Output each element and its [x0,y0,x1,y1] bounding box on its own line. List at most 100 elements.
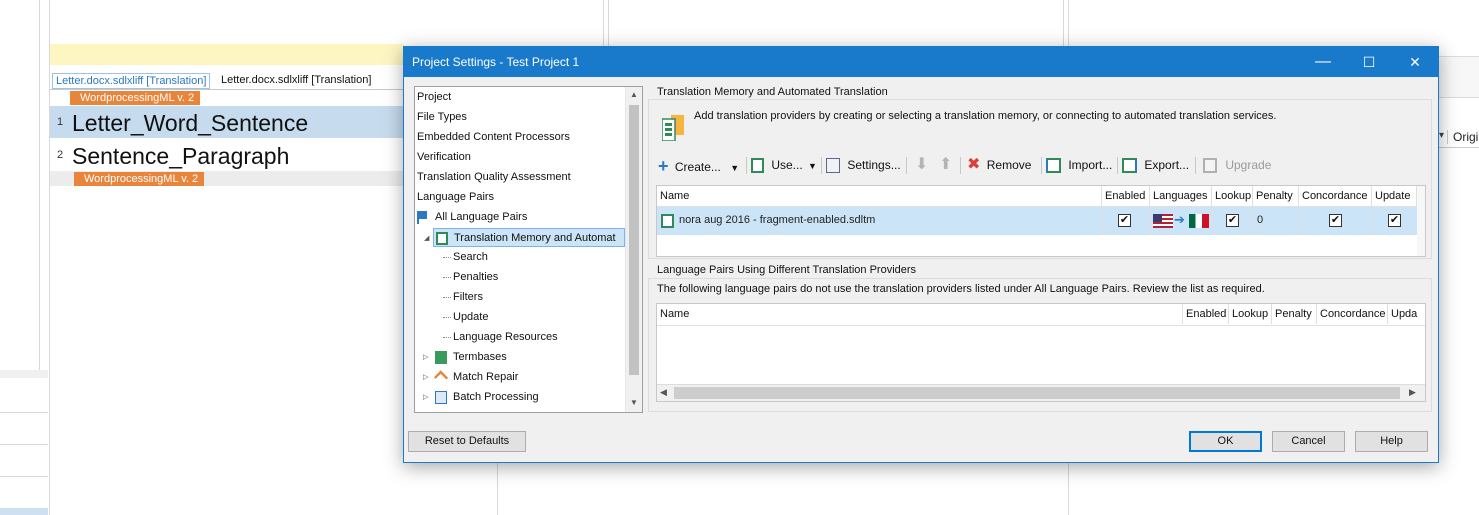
tm-file-icon [661,214,674,228]
tree-item[interactable]: File Types [415,108,625,127]
tree-item-label: Search [453,251,488,263]
segment-text[interactable]: Letter_Word_Sentence [72,110,308,137]
tree-item[interactable]: Language Pairs [415,188,625,207]
move-up-arrow-icon[interactable]: ⬆ [939,154,952,176]
format-tag: WordprocessingML v. 2 [74,172,205,186]
tree-item-label: Language Pairs [417,191,495,203]
tree-item[interactable]: ▷ Match Repair [415,368,625,387]
export-label: Export... [1144,158,1190,172]
tree-item[interactable]: Filters [415,288,625,307]
cancel-button[interactable]: Cancel [1272,431,1345,452]
divider [608,0,609,46]
scrollbar-thumb[interactable] [674,387,1400,399]
tree-item-label: English (United States) - Spanish (M... [417,408,604,412]
tree-item-label: Termbases [453,351,507,363]
column-header-concordance[interactable]: Concordance [1299,186,1372,206]
expand-arrow-icon[interactable]: ▷ [423,348,428,367]
project-settings-dialog: Project Settings - Test Project 1 — ☐ ✕ … [403,46,1439,463]
column-header-lookup[interactable]: Lookup [1229,304,1272,324]
tree-item-label: Match Repair [453,371,519,383]
enabled-checkbox[interactable]: ✔ [1118,214,1131,227]
reset-to-defaults-button[interactable]: Reset to Defaults [408,431,526,452]
move-down-arrow-icon[interactable]: ⬇ [915,154,928,176]
column-header-name[interactable]: Name [657,304,1183,324]
dropdown-arrow-icon[interactable]: ▼ [808,161,817,171]
tree-line [443,277,451,278]
table-row[interactable]: nora aug 2016 - fragment-enabled.sdltm ✔… [657,207,1417,235]
plus-icon: + [658,156,669,176]
tm-database-icon [436,232,448,245]
tree-item[interactable]: Search [415,248,625,267]
column-header-languages[interactable]: Languages [1150,186,1212,206]
scroll-right-arrow-icon[interactable]: ▶ [1409,387,1416,398]
tree-item[interactable]: Update [415,308,625,327]
divider [1102,207,1103,235]
info-bar [50,44,404,65]
tree-item[interactable]: All Language Pairs [415,208,625,227]
segment-text[interactable]: Sentence_Paragraph [72,143,289,170]
tree-item[interactable]: Language Resources [415,328,625,347]
use-button[interactable]: Use... ▼ [751,154,817,176]
divider [821,157,822,174]
column-header-penalty[interactable]: Penalty [1253,186,1299,206]
tree-scrollbar[interactable]: ▲ ▼ [625,87,642,412]
column-header-update[interactable]: Update [1372,186,1417,206]
tree-item[interactable]: ▷ Termbases [415,348,625,367]
tab-document[interactable]: Letter.docx.sdlxliff [Translation] [218,73,374,89]
expand-arrow-icon[interactable]: ▷ [423,388,428,407]
tree-item[interactable]: Penalties [415,268,625,287]
dialog-titlebar[interactable]: Project Settings - Test Project 1 — ☐ ✕ [404,47,1438,77]
import-button[interactable]: Import... [1046,154,1112,176]
dropdown-arrow-icon[interactable]: ▼ [730,163,739,173]
tree-item[interactable]: Translation Quality Assessment [415,168,625,187]
penalty-value[interactable]: 0 [1257,214,1263,226]
segment-number: 1 [57,116,64,128]
tree-item[interactable]: Embedded Content Processors [415,128,625,147]
divider [1253,207,1254,235]
tm-section-title: Translation Memory and Automated Transla… [656,86,889,98]
concordance-checkbox[interactable]: ✔ [1329,214,1342,227]
settings-button[interactable]: Settings... [826,154,901,176]
scroll-down-arrow-icon[interactable]: ▼ [626,395,642,411]
tree-item[interactable]: ◢ Translation Memory and Automat [424,228,625,247]
maximize-button[interactable]: ☐ [1346,47,1392,77]
settings-tree[interactable]: Project File Types Embedded Content Proces… [414,86,643,413]
column-header-enabled[interactable]: Enabled [1102,186,1150,206]
column-header-enabled[interactable]: Enabled [1183,304,1229,324]
divider [0,412,48,413]
horizontal-scrollbar[interactable]: ◀ ▶ [657,384,1425,401]
ok-button[interactable]: OK [1189,431,1262,452]
scrollbar-thumb[interactable] [629,105,639,375]
splitter[interactable] [0,370,48,378]
column-header-penalty[interactable]: Penalty [1272,304,1317,324]
tm-providers-grid[interactable]: Name Enabled Languages Lookup Penalty Co… [656,185,1426,257]
segment-number: 2 [57,149,64,161]
tab-active-document[interactable]: Letter.docx.sdlxliff [Translation] [52,73,211,89]
column-header-concordance[interactable]: Concordance [1317,304,1388,324]
remove-button[interactable]: ✖ Remove [967,154,1031,176]
tree-item[interactable]: English (United States) - Spanish (M... [415,408,625,412]
close-button[interactable]: ✕ [1392,47,1438,77]
help-button[interactable]: Help [1355,431,1428,452]
lp-providers-grid[interactable]: Name Enabled Lookup Penalty Concordance … [656,303,1426,402]
column-header-name[interactable]: Name [657,186,1102,206]
settings-page-icon [826,158,840,174]
expand-arrow-icon[interactable]: ◢ [424,229,429,248]
tree-item[interactable]: Project [415,88,625,107]
minimize-button[interactable]: — [1300,47,1346,77]
export-icon [1122,158,1137,174]
update-checkbox[interactable]: ✔ [1388,214,1401,227]
column-header-update[interactable]: Upda [1388,304,1425,324]
create-button[interactable]: + Create... ▼ [658,154,739,176]
divider [0,444,48,445]
lookup-checkbox[interactable]: ✔ [1226,214,1239,227]
divider [746,157,747,174]
tree-item[interactable]: Verification [415,148,625,167]
export-button[interactable]: Export... [1122,154,1189,176]
tree-item[interactable]: ▷ Batch Processing [415,388,625,407]
scroll-left-arrow-icon[interactable]: ◀ [660,387,667,398]
scroll-up-arrow-icon[interactable]: ▲ [626,87,642,103]
column-header-lookup[interactable]: Lookup [1212,186,1253,206]
expand-arrow-icon[interactable]: ▷ [423,368,428,387]
upgrade-button[interactable]: Upgrade [1203,154,1271,176]
